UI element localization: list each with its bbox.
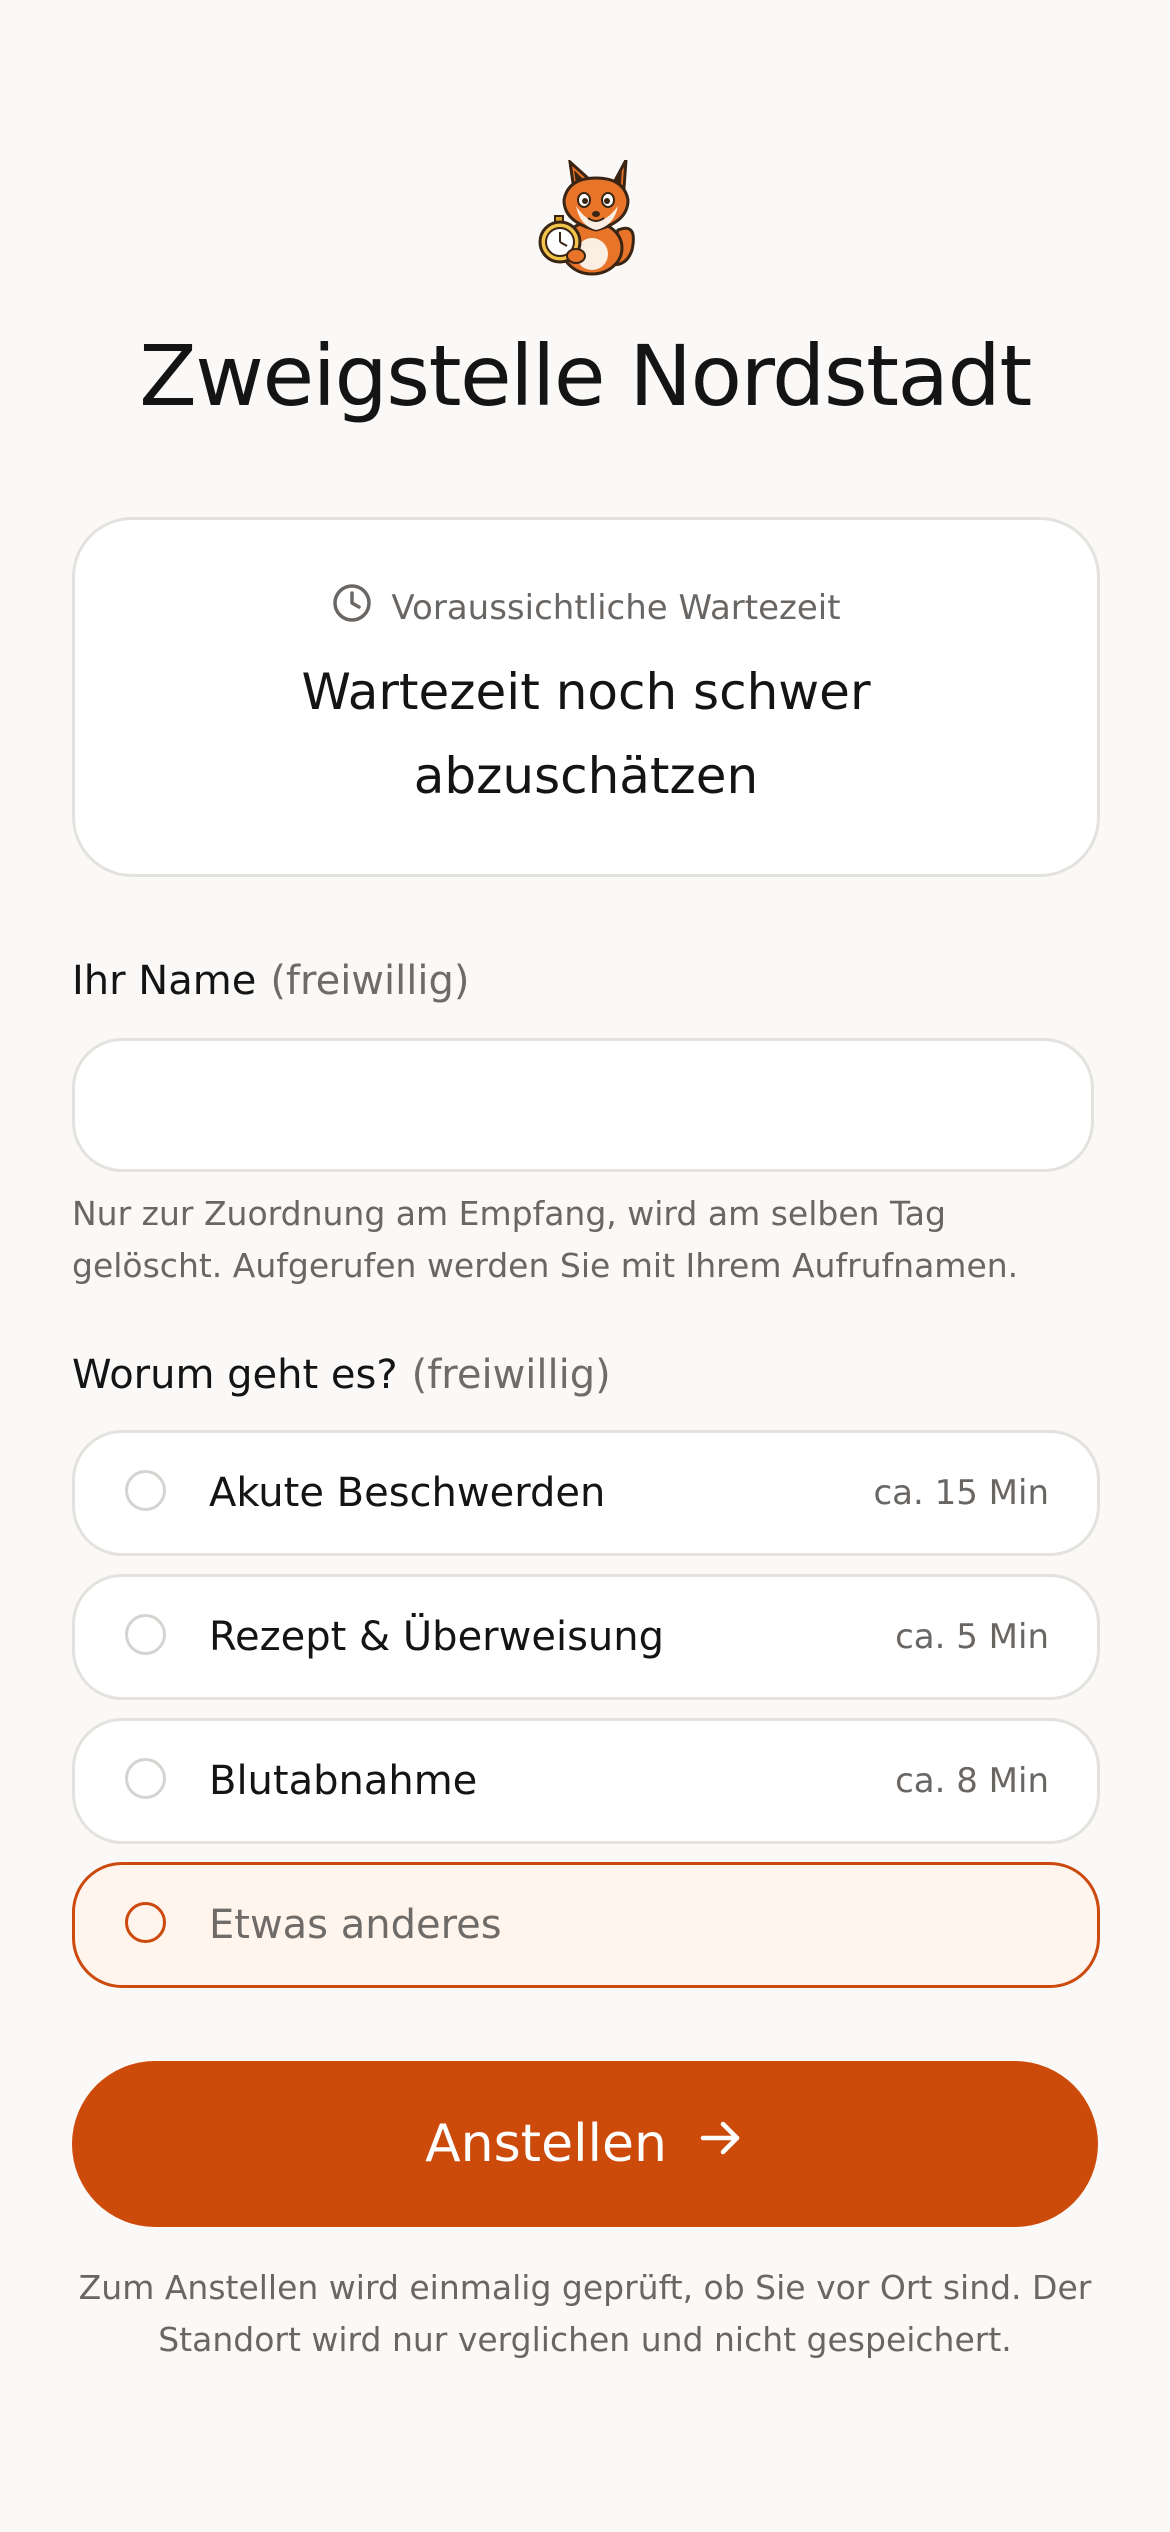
radio-button[interactable] <box>125 1758 166 1799</box>
anstellen-button-label: Anstellen <box>425 2114 667 2174</box>
page-title: Zweigstelle Nordstadt <box>139 327 1032 425</box>
wait-time-card: Voraussichtliche Wartezeit Wartezeit noc… <box>72 517 1100 877</box>
clock-icon <box>331 582 373 633</box>
name-hint: Nur zur Zuordnung am Empfang, wird am se… <box>72 1194 1019 1285</box>
option-rezept-ueberweisung[interactable]: Rezept & Überweisung ca. 5 Min <box>72 1574 1100 1700</box>
fox-with-stopwatch-icon <box>530 158 640 278</box>
option-time: ca. 8 Min <box>895 1761 1049 1801</box>
option-label: Akute Beschwerden <box>209 1470 606 1516</box>
name-optional-tag: (freiwillig) <box>270 958 470 1004</box>
name-input[interactable] <box>72 1038 1094 1172</box>
anstellen-button[interactable]: Anstellen <box>72 2061 1098 2227</box>
wait-time-label: Voraussichtliche Wartezeit <box>391 587 841 628</box>
arrow-right-icon <box>697 2114 745 2175</box>
name-field-label: Ihr Name (freiwillig) <box>72 958 469 1004</box>
radio-button[interactable] <box>125 1470 166 1511</box>
option-label: Blutabnahme <box>209 1758 478 1804</box>
location-footnote: Zum Anstellen wird einmalig geprüft, ob … <box>78 2268 1092 2359</box>
option-blutabnahme[interactable]: Blutabnahme ca. 8 Min <box>72 1718 1100 1844</box>
wait-time-label-row: Voraussichtliche Wartezeit <box>75 582 1097 633</box>
option-time: ca. 5 Min <box>895 1617 1049 1657</box>
option-label: Etwas anderes <box>209 1902 502 1948</box>
option-time: ca. 15 Min <box>873 1473 1049 1513</box>
radio-button[interactable] <box>125 1902 166 1943</box>
reason-optional-tag: (freiwillig) <box>411 1352 611 1398</box>
option-label: Rezept & Überweisung <box>209 1614 664 1660</box>
reason-field-label: Worum geht es? (freiwillig) <box>72 1352 611 1398</box>
reason-label: Worum geht es? <box>72 1352 398 1398</box>
radio-button[interactable] <box>125 1614 166 1655</box>
name-label: Ihr Name <box>72 958 257 1004</box>
wait-time-value: Wartezeit noch schwer abzuschätzen <box>301 663 871 805</box>
option-etwas-anderes[interactable]: Etwas anderes <box>72 1862 1100 1988</box>
option-akute-beschwerden[interactable]: Akute Beschwerden ca. 15 Min <box>72 1430 1100 1556</box>
